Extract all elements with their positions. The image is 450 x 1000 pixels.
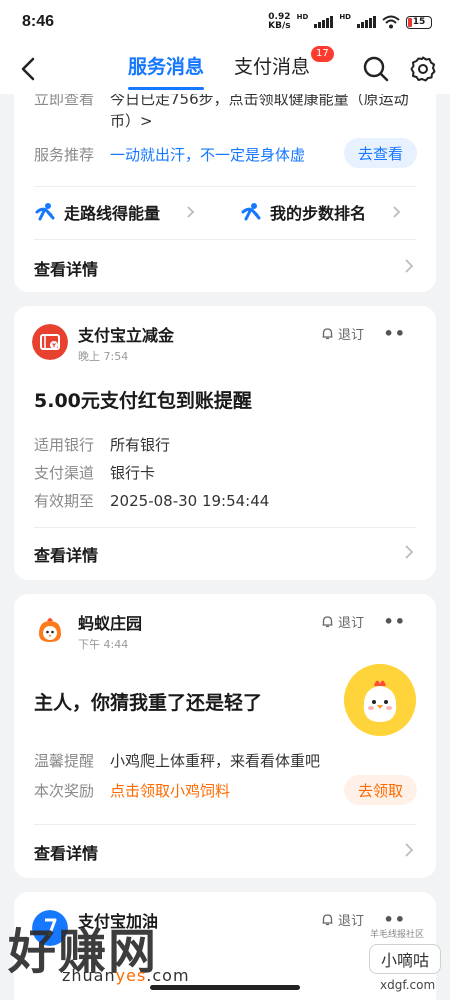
detail-row: 适用银行 所有银行 <box>34 434 170 455</box>
card-time: 晚上 7:54 <box>78 350 129 363</box>
watermark-url-left: zhuanyes.com <box>62 966 190 985</box>
status-time: 8:46 <box>22 13 55 30</box>
watermark-url-part: zhuan <box>62 966 116 985</box>
service-rank-label: 我的步数排名 <box>270 204 367 223</box>
back-icon[interactable] <box>16 54 42 84</box>
battery-level: 15 <box>412 17 426 27</box>
unsubscribe-label: 退订 <box>337 328 364 343</box>
hd-label-1: HD <box>296 13 309 21</box>
home-indicator[interactable] <box>150 985 300 990</box>
signal-icon-2 <box>357 16 376 28</box>
detail-label: 适用银行 <box>34 436 95 454</box>
watermark-logo-right: 小嘀咕 <box>369 944 441 974</box>
status-icons: 0.92 KB/s HD HD 15 <box>268 13 432 31</box>
detail-value: 所有银行 <box>110 436 171 454</box>
running-icon <box>35 203 55 221</box>
reward-row: 本次奖励 点击领取小鸡饲料 <box>34 780 230 801</box>
chevron-right-icon[interactable] <box>404 544 414 560</box>
watermark-url-part: .com <box>146 966 190 985</box>
tip-row: 温馨提醒 小鸡爬上体重秤，来看看体重吧 <box>34 750 320 771</box>
chevron-right-icon[interactable] <box>404 258 414 274</box>
gear-icon[interactable] <box>409 55 437 83</box>
running-icon <box>241 203 261 221</box>
card-title: 蚂蚁庄园 <box>78 614 143 633</box>
unsubscribe-label: 退订 <box>337 914 364 929</box>
chevron-right-icon <box>393 206 401 218</box>
reward-label: 本次奖励 <box>34 782 95 800</box>
bell-icon <box>322 328 333 340</box>
search-icon[interactable] <box>362 55 390 83</box>
card-time: 下午 4:44 <box>78 638 129 651</box>
service-walk-label: 走路线得能量 <box>64 204 161 223</box>
message-headline: 5.00元支付红包到账提醒 <box>34 390 252 412</box>
message-headline: 主人，你猜我重了还是轻了 <box>34 692 263 714</box>
chevron-right-icon <box>187 206 195 218</box>
detail-label: 有效期至 <box>34 492 95 510</box>
view-details-link[interactable]: 查看详情 <box>34 256 98 280</box>
ant-farm-card: 蚂蚁庄园 下午 4:44 退订 •• 主人，你猜我重了还是轻了 温馨提醒 小鸡爬上… <box>14 594 436 878</box>
health-card: 立即查看 今日已走756步，点击领取健康能量（原运动 币）> 服务推荐 一动就出汗，… <box>14 78 436 292</box>
recommend-row: 服务推荐 一动就出汗，不一定是身体虚 <box>34 144 305 165</box>
watermark-url-right: xdgf.com <box>380 978 436 992</box>
status-bar: 8:46 0.92 KB/s HD HD 15 <box>0 0 450 44</box>
chick-image <box>344 664 416 736</box>
watermark-caption-right: 羊毛线报社区 <box>370 930 425 940</box>
claim-button[interactable]: 去领取 <box>344 775 418 805</box>
unsubscribe-button[interactable]: 退订 <box>321 612 364 631</box>
service-walk-energy[interactable]: 走路线得能量 <box>34 200 195 224</box>
tab-pay-messages[interactable]: 支付消息 <box>234 52 310 79</box>
watermark-url-part: yes <box>115 966 147 985</box>
wifi-icon <box>382 15 400 29</box>
recommend-value[interactable]: 一动就出汗，不一定是身体虚 <box>110 146 305 164</box>
go-view-button[interactable]: 去查看 <box>344 138 418 168</box>
service-step-rank[interactable]: 我的步数排名 <box>240 200 401 224</box>
nav-header: 服务消息 支付消息 17 <box>0 44 450 94</box>
divider <box>34 824 416 825</box>
red-packet-icon <box>32 324 68 360</box>
net-speed-unit: KB/s <box>268 21 291 31</box>
signal-icon-1 <box>314 16 334 28</box>
battery-icon: 15 <box>406 15 432 29</box>
chick-logo-icon <box>32 612 68 648</box>
more-options-icon[interactable]: •• <box>384 324 406 343</box>
divider <box>34 527 416 528</box>
unsubscribe-button[interactable]: 退订 <box>321 324 364 343</box>
hd-label-2: HD <box>339 13 351 21</box>
card-title: 支付宝立减金 <box>78 326 175 345</box>
steps-value-cont[interactable]: 币）> <box>110 110 153 131</box>
detail-label: 支付渠道 <box>34 464 95 482</box>
detail-row: 支付渠道 银行卡 <box>34 462 155 483</box>
detail-row: 有效期至 2025-08-30 19:54:44 <box>34 490 269 511</box>
divider <box>34 239 416 240</box>
unsubscribe-label: 退订 <box>337 616 364 631</box>
tip-value: 小鸡爬上体重秤，来看看体重吧 <box>110 752 321 770</box>
recommend-label: 服务推荐 <box>34 146 95 164</box>
tab-service-messages[interactable]: 服务消息 <box>128 52 205 90</box>
chevron-right-icon[interactable] <box>404 842 414 858</box>
unread-badge: 17 <box>311 46 334 62</box>
unsubscribe-button[interactable]: 退订 <box>321 910 364 929</box>
detail-value: 2025-08-30 19:54:44 <box>110 492 270 510</box>
view-details-link[interactable]: 查看详情 <box>34 840 98 864</box>
bell-icon <box>322 914 333 926</box>
reward-value[interactable]: 点击领取小鸡饲料 <box>110 782 230 800</box>
detail-value: 银行卡 <box>110 464 156 482</box>
net-speed: 0.92 KB/s <box>268 13 290 31</box>
discount-card: 支付宝立减金 晚上 7:54 退订 •• 5.00元支付红包到账提醒 适用银行所… <box>14 306 436 580</box>
divider <box>34 186 416 187</box>
view-details-link[interactable]: 查看详情 <box>34 542 98 566</box>
more-options-icon[interactable]: •• <box>384 612 406 631</box>
tip-label: 温馨提醒 <box>34 752 95 770</box>
bell-icon <box>322 616 333 628</box>
